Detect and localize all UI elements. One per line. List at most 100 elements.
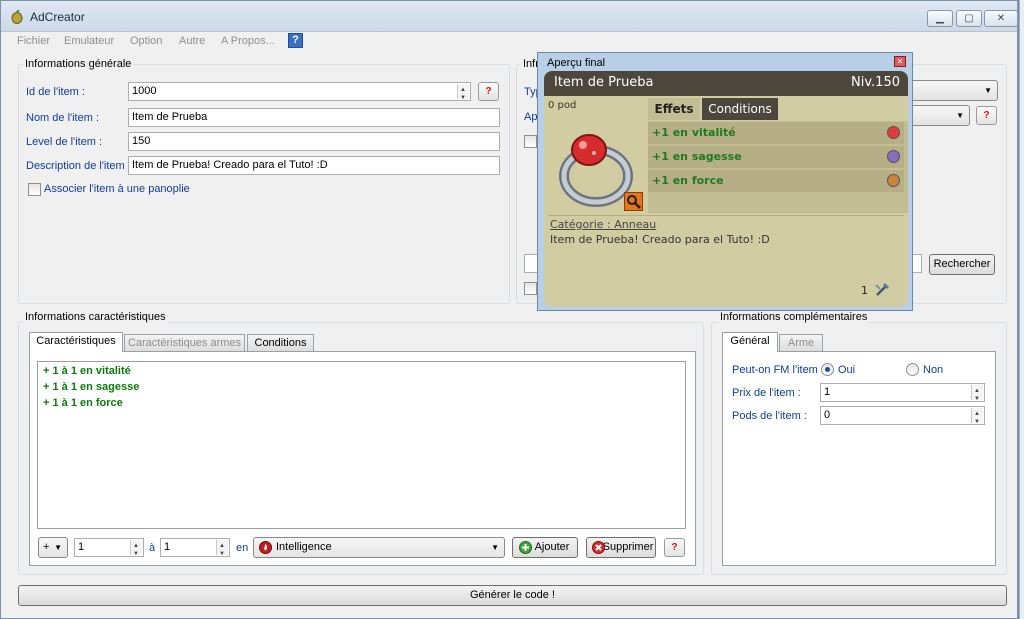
item-card: Item de Prueba Niv.150 0 pod Effets Cond… — [544, 71, 908, 307]
chevron-down-icon: ▼ — [491, 543, 499, 552]
menu-a-propos[interactable]: A Propos... — [221, 35, 275, 47]
app-select[interactable]: ▼ — [906, 105, 970, 126]
generate-button[interactable]: Générer le code ! — [18, 585, 1007, 606]
strength-icon — [887, 174, 900, 187]
tab-preview-conditions[interactable]: Conditions — [702, 98, 778, 120]
item-quantity: 1 — [861, 284, 868, 297]
add-icon — [519, 541, 532, 554]
app-window: AdCreator ▁ ▢ ✕ Fichier Emulateur Option… — [0, 0, 1018, 619]
min-spinner[interactable] — [130, 539, 142, 556]
pods-spinner[interactable] — [971, 407, 983, 424]
en-label: en — [236, 542, 249, 554]
right-checkbox-1[interactable] — [524, 135, 537, 148]
sign-value: + — [43, 541, 50, 553]
item-description: Item de Prueba! Creado para el Tuto! :D — [550, 233, 770, 246]
vitality-icon — [887, 126, 900, 139]
background-window-edge — [1019, 0, 1024, 619]
max-spinner[interactable] — [216, 539, 228, 556]
item-level: Niv.150 — [851, 75, 900, 90]
close-button[interactable]: ✕ — [984, 10, 1018, 27]
menu-bar: Fichier Emulateur Option Autre A Propos.… — [1, 32, 1017, 51]
tab-effets[interactable]: Effets — [648, 98, 700, 120]
menu-emulateur[interactable]: Emulateur — [64, 35, 114, 47]
id-help-button[interactable]: ? — [478, 82, 499, 101]
id-input[interactable]: 1000 — [128, 82, 471, 101]
effect-row: +1 en force — [648, 170, 904, 192]
pods-input[interactable]: 0 — [820, 406, 985, 425]
chevron-down-icon: ▼ — [956, 111, 964, 120]
fm-non-label: Non — [923, 364, 944, 376]
effect-text: +1 en vitalité — [652, 126, 736, 139]
complementaires-title: Informations complémentaires — [718, 311, 870, 323]
menu-option[interactable]: Option — [130, 35, 162, 47]
app-label: Ap — [524, 111, 538, 123]
menu-autre[interactable]: Autre — [179, 35, 205, 47]
panoplie-checkbox[interactable] — [28, 183, 41, 196]
tab-arme[interactable]: Arme — [779, 334, 823, 352]
minimize-button[interactable]: ▁ — [927, 10, 953, 27]
help-icon[interactable]: ? — [288, 33, 303, 48]
intelligence-icon — [259, 541, 272, 554]
description-input[interactable]: Item de Prueba! Creado para el Tuto! :D — [128, 156, 500, 175]
preview-close-icon[interactable]: ✕ — [894, 56, 906, 67]
min-value: 1 — [78, 541, 85, 553]
item-name: Item de Prueba — [554, 75, 654, 90]
tools-icon[interactable] — [874, 281, 891, 298]
list-item[interactable]: + 1 à 1 en force — [43, 397, 123, 409]
prix-input[interactable]: 1 — [820, 383, 985, 402]
delete-icon — [592, 541, 605, 554]
sign-select[interactable]: + ▼ — [38, 537, 68, 558]
chevron-down-icon: ▼ — [984, 86, 992, 95]
id-label: Id de l'item : — [26, 86, 85, 98]
stats-help-button[interactable]: ? — [664, 538, 685, 557]
app-help-button[interactable]: ? — [976, 106, 997, 125]
title-bar: AdCreator ▁ ▢ ✕ — [1, 1, 1018, 32]
maximize-button[interactable]: ▢ — [956, 10, 982, 27]
effect-row: +1 en sagesse — [648, 146, 904, 168]
card-divider — [548, 215, 904, 216]
fm-oui-radio[interactable] — [821, 363, 834, 376]
supprimer-button[interactable]: Supprimer — [586, 537, 656, 558]
level-label: Level de l'item : — [26, 136, 103, 148]
tab-caracteristiques-armes[interactable]: Caractéristiques armes — [124, 334, 245, 352]
fm-non-radio[interactable] — [906, 363, 919, 376]
caracteristiques-title: Informations caractéristiques — [23, 311, 168, 323]
app-logo-icon — [11, 10, 23, 24]
level-input[interactable]: 150 — [128, 132, 500, 151]
rechercher-button[interactable]: Rechercher — [929, 254, 995, 275]
list-item[interactable]: + 1 à 1 en sagesse — [43, 381, 139, 393]
right-checkbox-2[interactable] — [524, 282, 537, 295]
fm-label: Peut-on FM l'item : — [732, 364, 824, 376]
item-pod: 0 pod — [548, 100, 577, 111]
stat-select-value: Intelligence — [276, 541, 332, 553]
preview-window[interactable]: Aperçu final ✕ Item de Prueba Niv.150 0 … — [537, 52, 913, 311]
tab-general[interactable]: Général — [722, 332, 778, 352]
chevron-down-icon: ▼ — [54, 543, 62, 552]
type-select[interactable]: ▼ — [906, 80, 998, 101]
tab-conditions[interactable]: Conditions — [247, 334, 314, 352]
id-spinner[interactable] — [457, 83, 469, 100]
effects-panel: +1 en vitalité +1 en sagesse +1 en force — [648, 121, 908, 213]
pods-value: 0 — [824, 409, 831, 421]
window-title: AdCreator — [30, 10, 85, 24]
min-input[interactable]: 1 — [74, 538, 144, 557]
max-value: 1 — [164, 541, 171, 553]
prix-label: Prix de l'item : — [732, 387, 801, 399]
nom-input[interactable]: Item de Prueba — [128, 108, 500, 127]
magnify-icon[interactable] — [624, 192, 643, 211]
wisdom-icon — [887, 150, 900, 163]
description-label: Description de l'item : — [26, 160, 131, 172]
list-item[interactable]: + 1 à 1 en vitalité — [43, 365, 131, 377]
panoplie-label: Associer l'item à une panoplie — [44, 183, 190, 195]
menu-fichier[interactable]: Fichier — [17, 35, 50, 47]
id-value: 1000 — [132, 85, 157, 97]
prix-spinner[interactable] — [971, 384, 983, 401]
info-generale-title: Informations générale — [23, 58, 134, 70]
ajouter-button[interactable]: Ajouter — [512, 537, 578, 558]
tab-caracteristiques[interactable]: Caractéristiques — [29, 332, 123, 352]
preview-title: Aperçu final — [547, 57, 606, 69]
stat-select[interactable]: Intelligence ▼ — [253, 537, 505, 558]
item-category[interactable]: Catégorie : Anneau — [550, 218, 656, 231]
max-input[interactable]: 1 — [160, 538, 230, 557]
effect-row: +1 en vitalité — [648, 122, 904, 144]
